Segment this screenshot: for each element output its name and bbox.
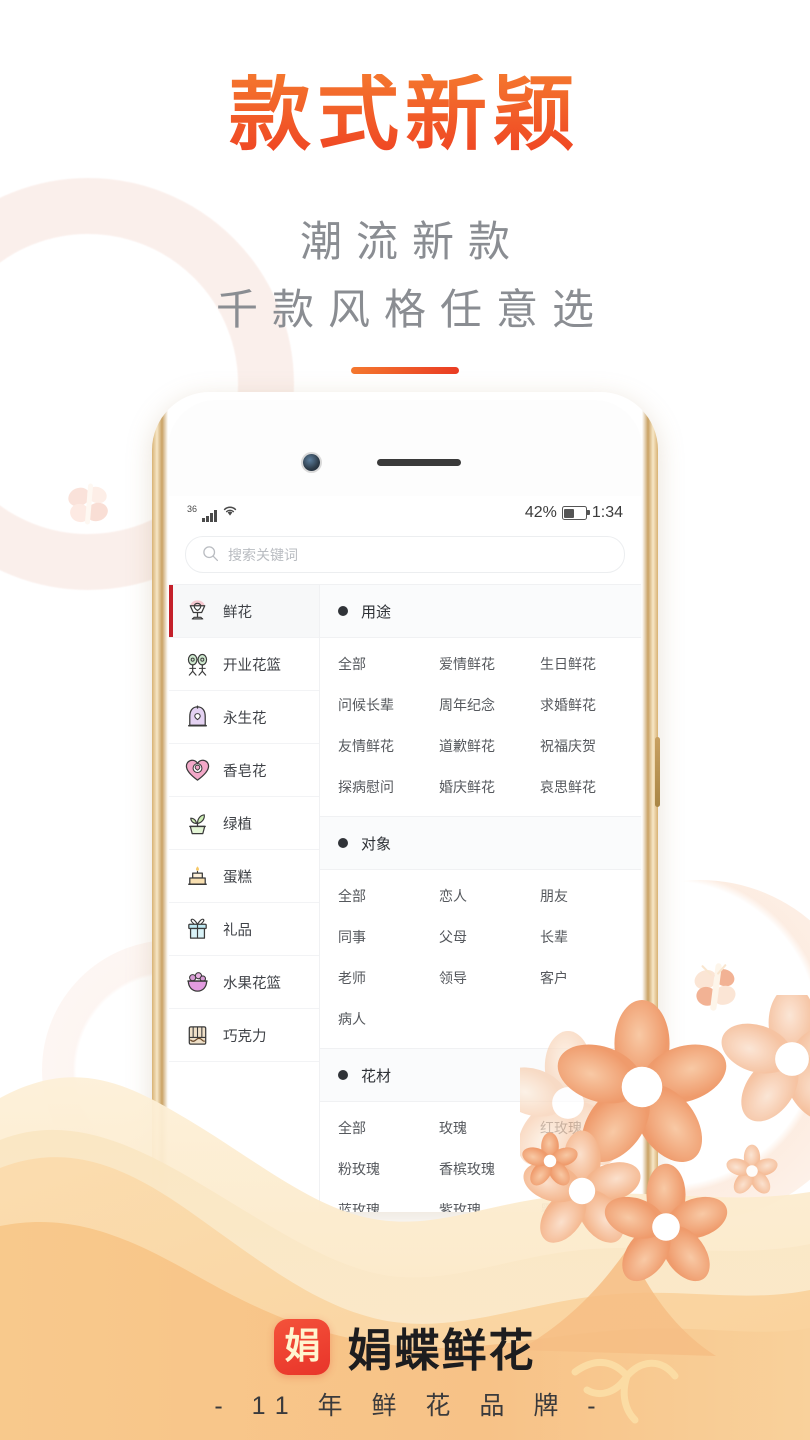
page-title: 款式新颖 — [0, 74, 810, 156]
sidebar-item-label: 香皂花 — [223, 763, 267, 780]
filter-option[interactable]: 长辈 — [540, 917, 641, 958]
filter-option[interactable]: 全部 — [338, 644, 439, 685]
sidebar-item-xiangzaohua[interactable]: 香皂花 — [169, 744, 319, 797]
wifi-icon — [222, 504, 238, 521]
filter-option[interactable]: 领导 — [439, 958, 540, 999]
gift-box-icon — [183, 915, 212, 944]
sidebar-item-label: 绿植 — [223, 816, 252, 833]
potted-plant-icon — [183, 809, 212, 838]
filter-option[interactable]: 客户 — [540, 958, 641, 999]
filter-option[interactable]: 道歉鲜花 — [439, 726, 540, 767]
filter-option[interactable]: 爱情鲜花 — [439, 644, 540, 685]
filter-option[interactable]: 友情鲜花 — [338, 726, 439, 767]
filter-options-grid: 全部 爱情鲜花 生日鲜花 问候长辈 周年纪念 求婚鲜花 友情鲜花 道歉鲜花 祝福… — [320, 638, 641, 817]
fruit-basket-icon — [183, 968, 212, 997]
status-bar: 36 42% 1:34 — [169, 496, 641, 530]
brand-name: 娟蝶鲜花 — [347, 1324, 536, 1377]
sidebar-item-lvzhi[interactable]: 绿植 — [169, 797, 319, 850]
promo-page: 款式新颖 潮流新款 千款风格任意选 36 42% 1:34 搜索关键词 鲜花 开… — [0, 0, 810, 1440]
filter-option[interactable]: 婚庆鲜花 — [439, 767, 540, 808]
filter-option[interactable]: 老师 — [338, 958, 439, 999]
soap-flower-heart-icon — [183, 756, 212, 785]
filter-group-title: 用途 — [361, 603, 392, 621]
filter-option[interactable]: 周年纪念 — [439, 685, 540, 726]
clock-label: 1:34 — [591, 504, 623, 521]
sidebar-item-lipin[interactable]: 礼品 — [169, 903, 319, 956]
brand-tagline: - 11 年 鲜 花 品 牌 - — [214, 1392, 607, 1420]
sidebar-item-label: 蛋糕 — [223, 869, 252, 886]
search-input[interactable]: 搜索关键词 — [185, 536, 625, 573]
filter-option[interactable]: 同事 — [338, 917, 439, 958]
flower-cluster-decoration — [520, 995, 810, 1325]
network-type-label: 36 — [187, 504, 198, 514]
sidebar-item-label: 礼品 — [223, 922, 252, 939]
filter-group-title: 对象 — [361, 835, 392, 853]
sidebar-item-dangao[interactable]: 蛋糕 — [169, 850, 319, 903]
opening-flower-basket-icon — [183, 650, 212, 679]
status-bar-left: 36 — [187, 504, 238, 522]
filter-group-header: 对象 — [320, 817, 641, 870]
brand-lockup: 娟 娟蝶鲜花 — [0, 1314, 810, 1379]
sidebar-item-kaiyehualan[interactable]: 开业花篮 — [169, 638, 319, 691]
sidebar-item-yongshenghua[interactable]: 永生花 — [169, 691, 319, 744]
subtitle-line-2: 千款风格任意选 — [215, 286, 608, 333]
filter-option[interactable]: 全部 — [338, 876, 439, 917]
preserved-flower-icon — [183, 703, 212, 732]
search-bar-container: 搜索关键词 — [169, 530, 641, 584]
signal-bars-icon — [202, 509, 217, 522]
brand-logo-badge: 娟 — [274, 1318, 331, 1375]
filter-group-header: 用途 — [320, 585, 641, 638]
sidebar-item-xianhua[interactable]: 鲜花 — [169, 585, 319, 638]
bullet-dot-icon — [338, 606, 348, 616]
title-underline-bar — [351, 367, 459, 374]
sidebar-item-label: 开业花篮 — [223, 657, 281, 674]
filter-option[interactable]: 探病慰问 — [338, 767, 439, 808]
filter-option[interactable]: 朋友 — [540, 876, 641, 917]
battery-percent-label: 42% — [524, 504, 557, 521]
filter-option[interactable]: 恋人 — [439, 876, 540, 917]
earpiece-speaker — [377, 459, 461, 466]
cake-icon — [183, 862, 212, 891]
sidebar-item-label: 鲜花 — [223, 604, 252, 621]
sidebar-item-label: 永生花 — [223, 710, 267, 727]
status-bar-right: 42% 1:34 — [525, 504, 623, 522]
bullet-dot-icon — [338, 838, 348, 848]
power-button[interactable] — [655, 737, 660, 807]
battery-icon — [561, 506, 590, 520]
subtitle-line-1: 潮流新款 — [299, 218, 524, 265]
front-camera-icon — [303, 454, 320, 471]
search-icon — [202, 545, 219, 565]
filter-option[interactable]: 生日鲜花 — [540, 644, 641, 685]
filter-option[interactable]: 求婚鲜花 — [540, 685, 641, 726]
sidebar-item-label: 水果花篮 — [223, 975, 281, 992]
filter-option[interactable]: 问候长辈 — [338, 685, 439, 726]
flower-vase-icon — [183, 597, 212, 626]
filter-option[interactable]: 哀思鲜花 — [540, 767, 641, 808]
sidebar-item-shuiguohualan[interactable]: 水果花篮 — [169, 956, 319, 1009]
filter-option[interactable]: 祝福庆贺 — [540, 726, 641, 767]
search-placeholder: 搜索关键词 — [228, 546, 298, 563]
butterfly-icon — [62, 480, 116, 533]
filter-option[interactable]: 父母 — [439, 917, 540, 958]
